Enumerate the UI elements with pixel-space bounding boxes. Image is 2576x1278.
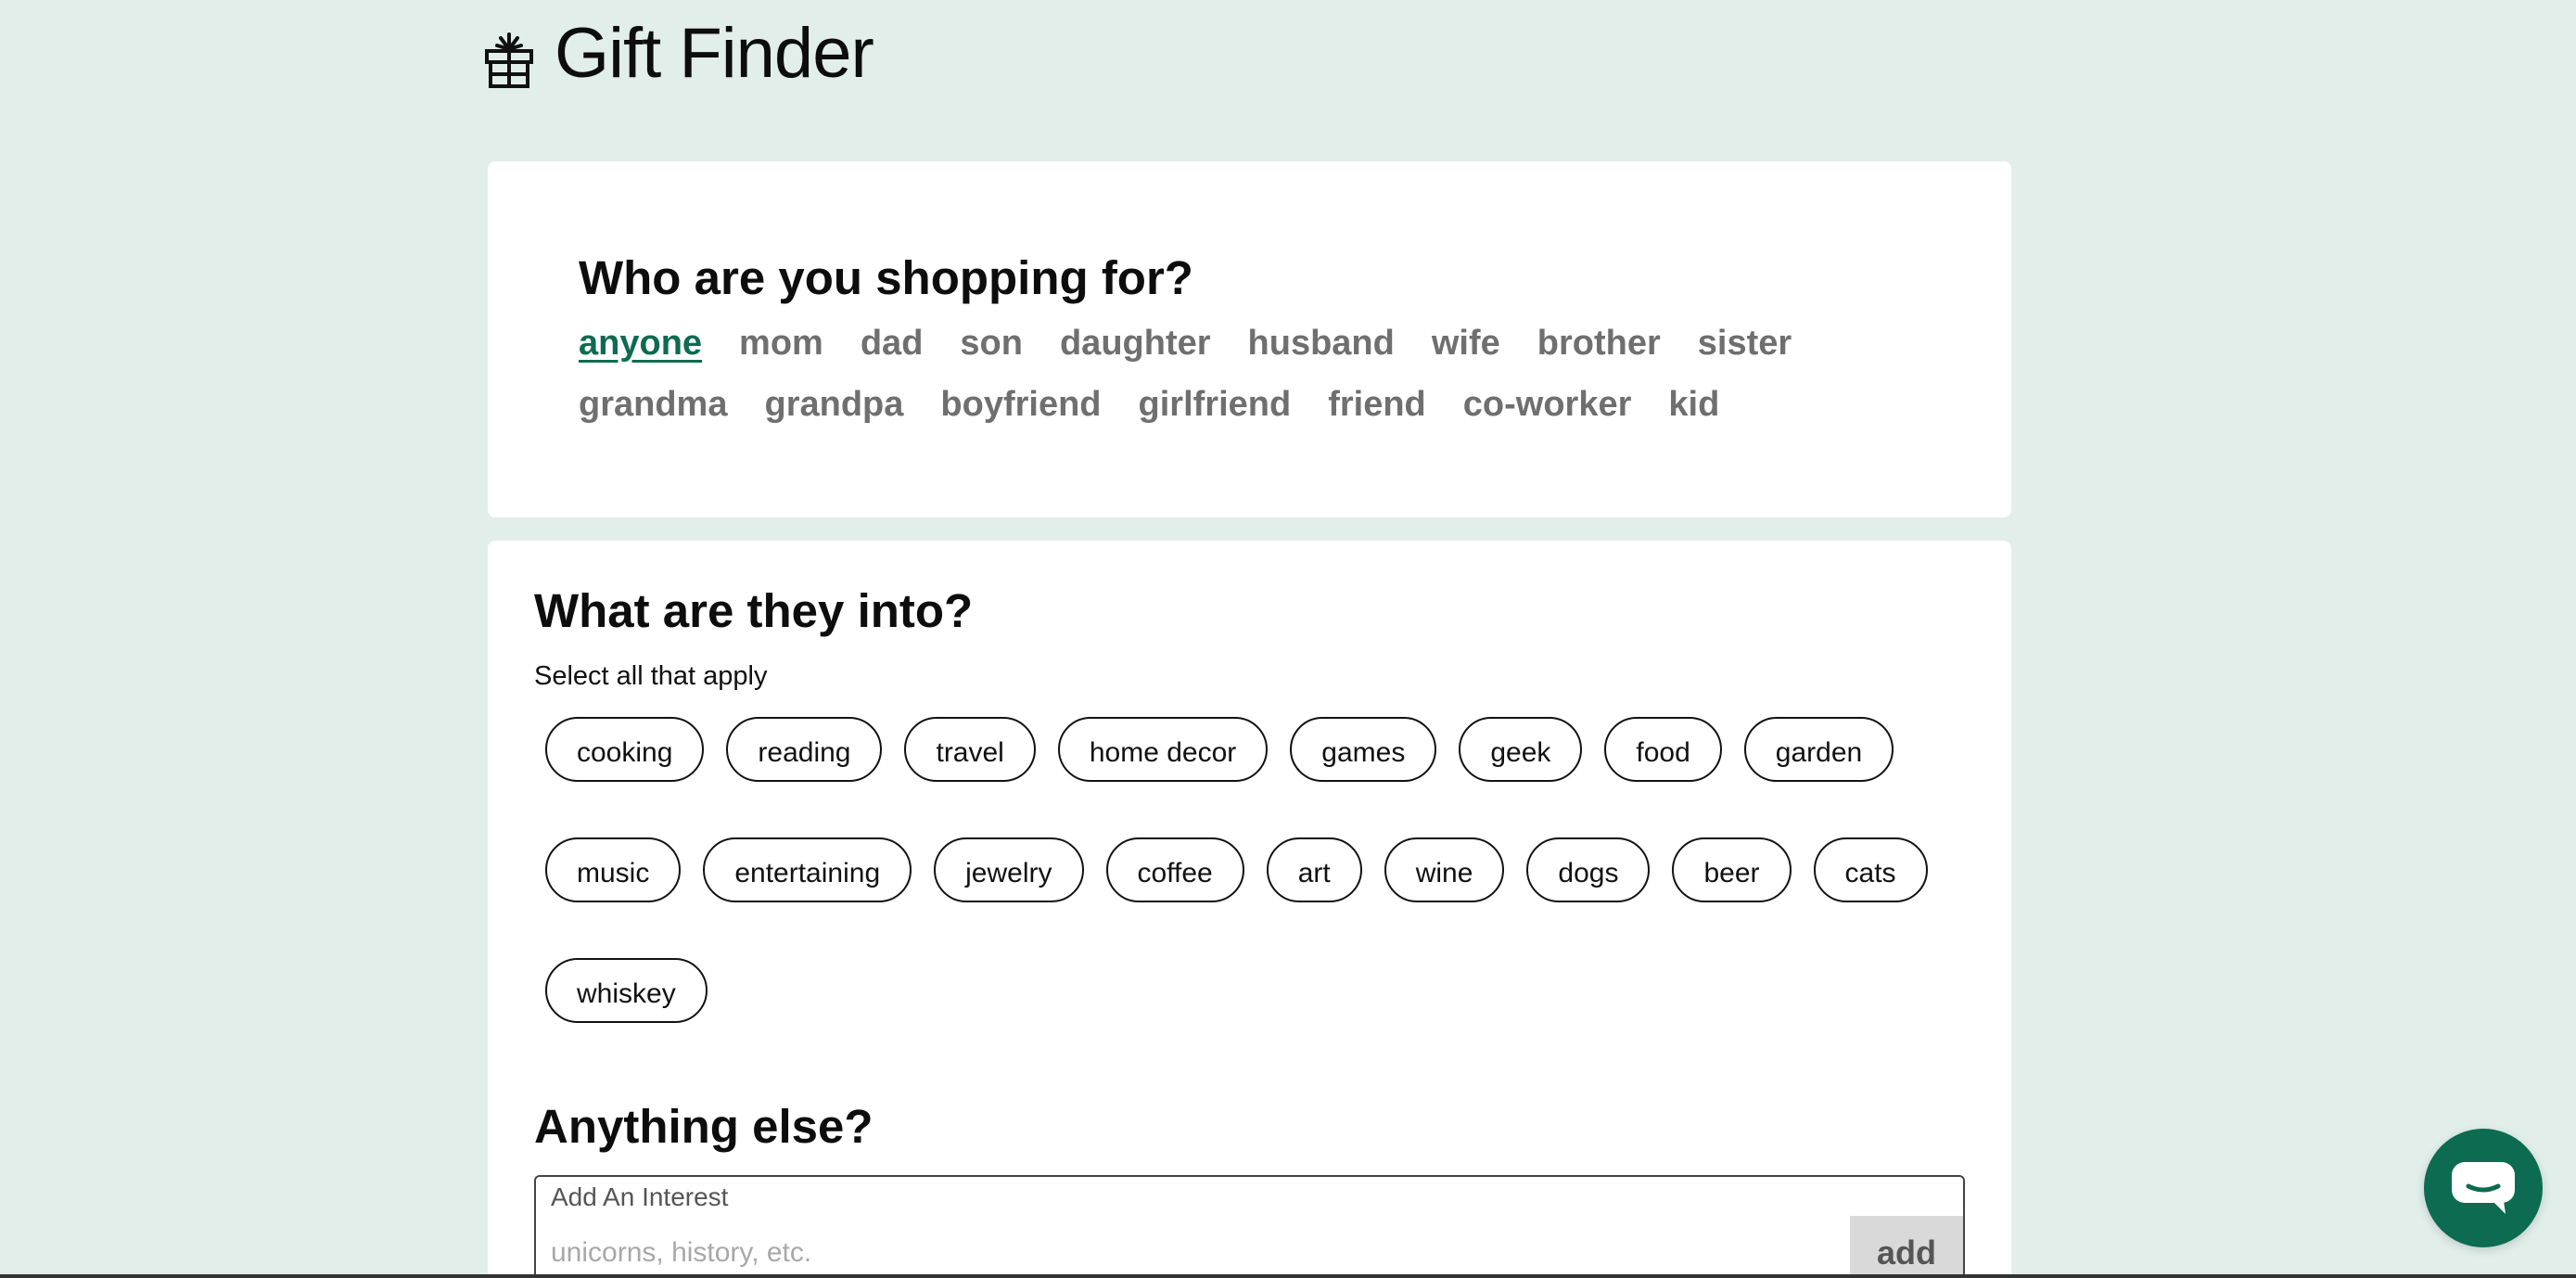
interest-chip-geek[interactable]: geek: [1459, 717, 1583, 782]
interest-chip-art[interactable]: art: [1266, 837, 1362, 902]
interest-row: cooking reading travel home decor games …: [545, 717, 1894, 782]
anything-else-heading: Anything else?: [534, 1100, 874, 1153]
recipient-friend[interactable]: friend: [1328, 382, 1426, 427]
interest-chip-cats[interactable]: cats: [1813, 837, 1928, 902]
interest-chip-reading[interactable]: reading: [726, 717, 883, 782]
recipient-mom[interactable]: mom: [739, 321, 823, 365]
interest-chip-coffee[interactable]: coffee: [1105, 837, 1244, 902]
recipient-husband[interactable]: husband: [1248, 321, 1395, 365]
add-interest-button[interactable]: add: [1850, 1216, 1963, 1278]
recipient-card: Who are you shopping for? anyone mom dad…: [488, 161, 2011, 518]
interest-chip-entertaining[interactable]: entertaining: [703, 837, 912, 902]
interest-chip-food[interactable]: food: [1604, 717, 1722, 782]
recipient-anyone[interactable]: anyone: [579, 321, 702, 365]
interests-heading: What are they into?: [534, 584, 974, 637]
add-interest-input[interactable]: [551, 1231, 1756, 1275]
interests-card: What are they into? Select all that appl…: [488, 541, 2011, 1278]
recipient-co-worker[interactable]: co-worker: [1463, 382, 1632, 427]
recipient-dad[interactable]: dad: [861, 321, 924, 365]
recipient-son[interactable]: son: [960, 321, 1023, 365]
recipient-girlfriend[interactable]: girlfriend: [1139, 382, 1292, 427]
interest-chip-music[interactable]: music: [545, 837, 682, 902]
add-interest-label: Add An Interest: [551, 1182, 729, 1211]
bottom-edge: [0, 1274, 2576, 1278]
interests-subtext: Select all that apply: [534, 661, 768, 691]
header: Gift Finder: [484, 13, 874, 94]
interest-chip-whiskey[interactable]: whiskey: [545, 958, 708, 1023]
interest-chip-travel[interactable]: travel: [904, 717, 1036, 782]
recipient-grandma[interactable]: grandma: [579, 382, 727, 427]
page: Gift Finder Who are you shopping for? an…: [0, 0, 2576, 1278]
recipient-kid[interactable]: kid: [1668, 382, 1719, 427]
interest-chip-jewelry[interactable]: jewelry: [934, 837, 1084, 902]
gift-icon: [485, 32, 533, 88]
interest-chip-wine[interactable]: wine: [1384, 837, 1505, 902]
recipient-wife[interactable]: wife: [1432, 321, 1500, 365]
interest-chip-games[interactable]: games: [1290, 717, 1437, 782]
chat-icon: [2452, 1162, 2515, 1214]
recipient-daughter[interactable]: daughter: [1060, 321, 1211, 365]
interest-chip-garden[interactable]: garden: [1743, 717, 1894, 782]
interest-chip-beer[interactable]: beer: [1672, 837, 1792, 902]
interest-row: music entertaining jewelry coffee art wi…: [545, 837, 1928, 902]
app-title: Gift Finder: [555, 14, 874, 93]
recipient-boyfriend[interactable]: boyfriend: [940, 382, 1101, 427]
recipient-brother[interactable]: brother: [1537, 321, 1661, 365]
interest-chip-home-decor[interactable]: home decor: [1057, 717, 1269, 782]
recipient-sister[interactable]: sister: [1698, 321, 1792, 365]
interest-chip-dogs[interactable]: dogs: [1526, 837, 1651, 902]
interest-row: whiskey: [545, 958, 708, 1023]
interest-chip-cooking[interactable]: cooking: [545, 717, 705, 782]
recipient-grandpa[interactable]: grandpa: [764, 382, 903, 427]
recipient-list: anyone mom dad son daughter husband wife…: [579, 321, 1914, 427]
recipient-heading: Who are you shopping for?: [579, 251, 1193, 304]
add-interest-field: Add An Interest add: [534, 1175, 1965, 1278]
chat-button[interactable]: [2424, 1129, 2543, 1247]
